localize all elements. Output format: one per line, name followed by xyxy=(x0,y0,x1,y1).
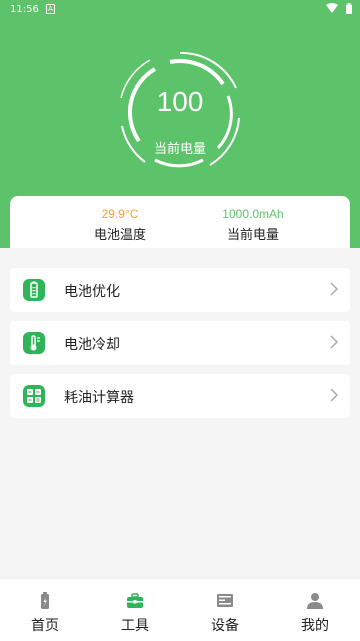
menu-label: 电池优化 xyxy=(64,284,120,300)
tab-label: 首页 xyxy=(31,618,59,634)
battery-tab-icon xyxy=(41,592,49,609)
device-icon xyxy=(217,594,233,607)
tab-label: 设备 xyxy=(211,618,239,634)
chevron-right-icon xyxy=(330,282,338,296)
tab-tools[interactable]: 工具 xyxy=(90,579,180,641)
tab-device[interactable]: 设备 xyxy=(180,579,270,641)
tab-home[interactable]: 首页 xyxy=(0,579,90,641)
battery-icon xyxy=(23,279,45,301)
menu-label: 耗油计算器 xyxy=(64,390,134,406)
stat-temperature: 29.9°C 电池温度 xyxy=(50,196,190,243)
gauge-label: 当前电量 xyxy=(153,142,206,157)
status-time: 11:56 xyxy=(10,4,39,15)
menu-item-battery-optimize[interactable]: 电池优化 xyxy=(10,268,350,312)
status-bar: 11:56 A xyxy=(0,0,360,20)
battery-stats-card: 29.9°C 电池温度 1000.0mAh 当前电量 xyxy=(10,196,350,248)
tab-label: 我的 xyxy=(301,618,329,634)
menu-item-battery-cooling[interactable]: 电池冷却 xyxy=(10,321,350,365)
thermometer-icon xyxy=(23,332,45,354)
notification-icon: A xyxy=(46,4,55,14)
user-icon xyxy=(307,593,323,609)
capacity-value: 1000.0mAh xyxy=(222,207,284,221)
capacity-label: 当前电量 xyxy=(226,228,279,243)
chevron-right-icon xyxy=(330,388,338,402)
temperature-label: 电池温度 xyxy=(93,228,146,243)
calculator-icon xyxy=(23,385,45,407)
battery-status-icon xyxy=(346,3,352,14)
tab-profile[interactable]: 我的 xyxy=(270,579,360,641)
menu-item-fuel-calculator[interactable]: 耗油计算器 xyxy=(10,374,350,418)
bottom-tab-bar: 首页 工具 设备 我的 xyxy=(0,578,360,641)
toolbox-icon xyxy=(127,593,143,608)
chevron-right-icon xyxy=(330,335,338,349)
tab-label: 工具 xyxy=(121,618,149,634)
battery-percentage: 100 xyxy=(156,86,204,117)
menu-label: 电池冷却 xyxy=(64,337,120,353)
temperature-value: 29.9°C xyxy=(101,207,139,221)
stat-capacity: 1000.0mAh 当前电量 xyxy=(183,196,323,243)
wifi-icon xyxy=(326,3,338,13)
